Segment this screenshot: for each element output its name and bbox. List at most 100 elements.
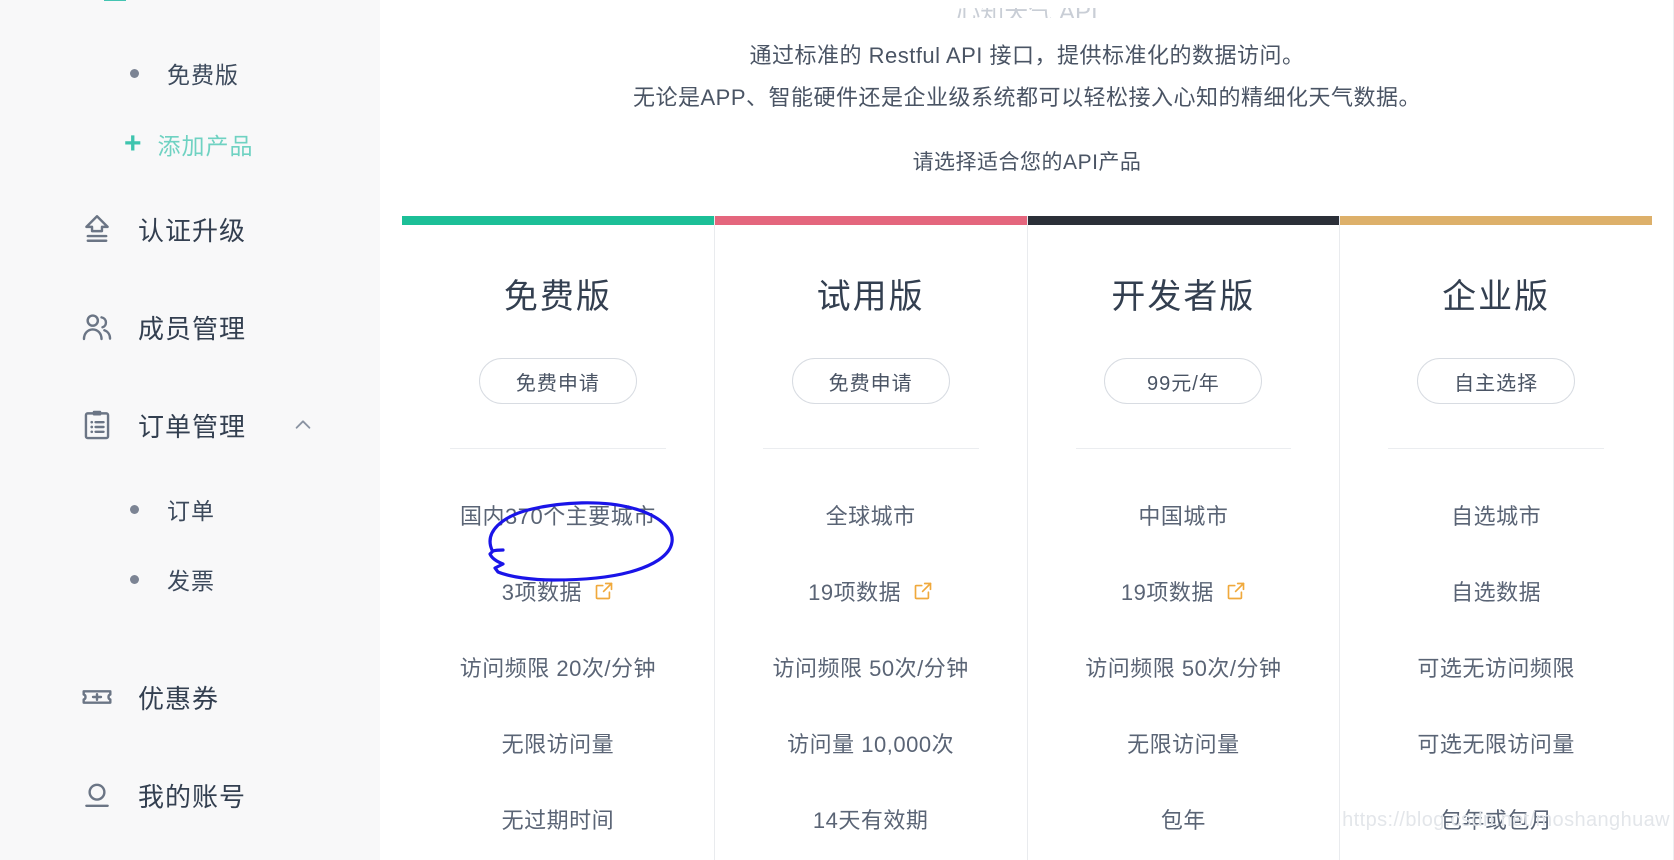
- plan-divider: [450, 448, 666, 450]
- intro-line-2: 无论是APP、智能硬件还是企业级系统都可以轻松接入心知的精细化天气数据。: [632, 84, 1422, 110]
- plan-name: 企业版: [1442, 278, 1551, 317]
- plan-feature-list: 自选城市 自选数据 可选无访问频限 可选无限访问量 包年或包月: [1340, 477, 1652, 857]
- sidebar-item-order-management[interactable]: 订单管理: [0, 376, 380, 474]
- plan-cta-button[interactable]: 免费申请: [791, 358, 950, 405]
- plan-feature-label: 自选数据: [1451, 580, 1542, 606]
- plan-accent-bar: [714, 216, 1027, 226]
- plan-divider: [1075, 448, 1292, 450]
- external-link-icon[interactable]: [913, 581, 933, 601]
- plan-feature-row: 14天有效期: [715, 781, 1027, 857]
- sidebar-item-certification-upgrade[interactable]: 认证升级: [0, 180, 380, 278]
- plan-feature-list: 全球城市 19项数据访问频限 50次/分钟 访问量 10,000次 14天有效期: [715, 477, 1027, 857]
- sidebar-item-label: 认证升级: [138, 215, 247, 246]
- plan-feature-row: 访问量 10,000次: [715, 705, 1027, 781]
- pricing-plan-card: 试用版免费申请全球城市 19项数据访问频限 50次/分钟 访问量 10,000次 14…: [714, 216, 1028, 860]
- plan-feature-label: 无过期时间: [501, 808, 615, 834]
- sidebar-item-member-management[interactable]: 成员管理: [0, 278, 380, 376]
- logo-block-c: [104, 0, 126, 1]
- plan-feature-row: 可选无访问频限: [1340, 629, 1652, 705]
- plan-feature-row[interactable]: 19项数据: [715, 553, 1027, 629]
- clipboard-icon: [78, 406, 116, 444]
- sidebar-item-my-account[interactable]: 我的账号: [0, 746, 380, 844]
- members-icon: [78, 308, 116, 346]
- plan-feature-label: 可选无限访问量: [1417, 732, 1575, 758]
- intro-line-1: 通过标准的 Restful API 接口，提供标准化的数据访问。: [749, 43, 1305, 68]
- plan-feature-list: 国内370个主要城市 3项数据访问频限 20次/分钟无限访问量无过期时间: [402, 477, 714, 857]
- plan-feature-row: 访问频限 50次/分钟: [1028, 629, 1340, 705]
- sidebar-nav: 免费版 + 添加产品 认证升级 成员管理 订单管理 订单 发票 优惠券 我的账号: [0, 0, 380, 844]
- xinzhi-logo[interactable]: [74, 0, 132, 8]
- bullet-icon: [130, 504, 139, 514]
- plan-feature-row: 无限访问量: [1028, 705, 1340, 781]
- external-link-icon[interactable]: [594, 581, 614, 601]
- plan-feature-label: 包年: [1160, 808, 1206, 834]
- intro-block: 心知天气 API 通过标准的 Restful API 接口，提供标准化的数据访问…: [380, 0, 1674, 178]
- plan-feature-row: 中国城市: [1028, 477, 1340, 553]
- plus-icon: +: [124, 127, 142, 160]
- sidebar-subitem-label: 订单: [167, 498, 215, 524]
- plan-name: 试用版: [816, 278, 925, 317]
- pricing-plan-card: 企业版 自主选择 自选城市 自选数据 可选无访问频限 可选无限访问量 包年或包月: [1340, 216, 1652, 860]
- sidebar-item-label: 成员管理: [138, 313, 247, 344]
- plan-feature-label: 访问频限 50次/分钟: [772, 656, 969, 682]
- plan-feature-list: 中国城市 19项数据访问频限 50次/分钟 无限访问量包年: [1028, 477, 1340, 857]
- plan-feature-label: 可选无访问频限: [1417, 656, 1575, 682]
- plan-feature-label: 自选城市: [1451, 504, 1542, 530]
- sidebar-subitem-free-edition[interactable]: 免费版: [0, 38, 380, 108]
- sidebar: 免费版 + 添加产品 认证升级 成员管理 订单管理 订单 发票 优惠券 我的账号: [0, 0, 380, 860]
- plan-cta-button[interactable]: 免费申请: [478, 358, 637, 405]
- pricing-plans: 免费版免费申请国内370个主要城市 3项数据访问频限 20次/分钟无限访问量无过期…: [402, 216, 1652, 860]
- plan-feature-row: 自选数据: [1340, 553, 1652, 629]
- sidebar-spacer: [0, 614, 380, 648]
- plan-cta-button[interactable]: 99元/年: [1104, 358, 1263, 405]
- page-title: 心知天气 API: [380, 8, 1674, 18]
- upgrade-icon: [78, 210, 116, 248]
- plan-cta-button[interactable]: 自主选择: [1417, 358, 1576, 405]
- plan-feature-row[interactable]: 3项数据: [402, 553, 714, 629]
- plan-cta-wrap: 免费申请: [715, 358, 1027, 405]
- plan-feature-row: 自选城市: [1340, 477, 1652, 553]
- sidebar-item-label: 我的账号: [138, 781, 247, 812]
- plan-accent-bar: [402, 216, 714, 226]
- plan-divider: [1388, 448, 1604, 450]
- plan-feature-row: 可选无限访问量: [1340, 705, 1652, 781]
- plan-feature-row: 访问频限 20次/分钟: [402, 629, 714, 705]
- watermark: https://blog.csdn.net/moshanghuaw: [1342, 809, 1670, 831]
- app-root: 免费版 + 添加产品 认证升级 成员管理 订单管理 订单 发票 优惠券 我的账号…: [0, 0, 1674, 860]
- pricing-plan-card: 开发者版 99元/年 中国城市 19项数据 访问频限 50次/分钟 无限访问量 包年: [1027, 216, 1341, 860]
- sidebar-top-spacer: [0, 0, 380, 38]
- plan-feature-row: 无过期时间: [402, 781, 714, 857]
- sidebar-subitem-orders[interactable]: 订单: [0, 474, 380, 544]
- plan-feature-label: 19项数据: [1120, 580, 1214, 606]
- plan-divider: [762, 448, 979, 450]
- plan-feature-label: 3项数据: [501, 580, 582, 606]
- pricing-plan-card: 免费版免费申请国内370个主要城市 3项数据访问频限 20次/分钟无限访问量无过期…: [402, 216, 715, 860]
- plan-cta-wrap: 自主选择: [1340, 358, 1652, 405]
- sidebar-item-label: 优惠券: [138, 683, 220, 714]
- plan-name: 免费版: [503, 278, 612, 317]
- intro-choose-line: 请选择适合您的API产品: [912, 150, 1142, 174]
- plan-feature-row: 全球城市: [715, 477, 1027, 553]
- plan-feature-row: 无限访问量: [402, 705, 714, 781]
- sidebar-subitem-label: 发票: [167, 568, 215, 594]
- plan-feature-label: 中国城市: [1138, 504, 1229, 530]
- plan-cta-wrap: 99元/年: [1028, 358, 1340, 405]
- sidebar-add-product-label: 添加产品: [157, 133, 254, 159]
- plan-feature-label: 访问量 10,000次: [787, 732, 955, 758]
- plan-feature-label: 无限访问量: [501, 732, 615, 758]
- plan-accent-bar: [1027, 216, 1340, 226]
- account-icon: [78, 776, 116, 814]
- chevron-up-icon[interactable]: [292, 414, 314, 436]
- sidebar-item-coupons[interactable]: 优惠券: [0, 648, 380, 746]
- sidebar-add-product[interactable]: + 添加产品: [0, 108, 380, 180]
- sidebar-item-label: 订单管理: [138, 411, 247, 442]
- sidebar-subitem-invoices[interactable]: 发票: [0, 544, 380, 614]
- plan-feature-row[interactable]: 19项数据: [1028, 553, 1340, 629]
- plan-feature-label: 访问频限 50次/分钟: [1085, 656, 1282, 682]
- bullet-icon: [130, 574, 139, 584]
- plan-feature-label: 无限访问量: [1127, 732, 1240, 758]
- plan-feature-label: 国内370个主要城市: [460, 504, 656, 530]
- plan-feature-label: 全球城市: [825, 504, 916, 530]
- external-link-icon[interactable]: [1226, 581, 1246, 601]
- coupon-icon: [78, 678, 116, 716]
